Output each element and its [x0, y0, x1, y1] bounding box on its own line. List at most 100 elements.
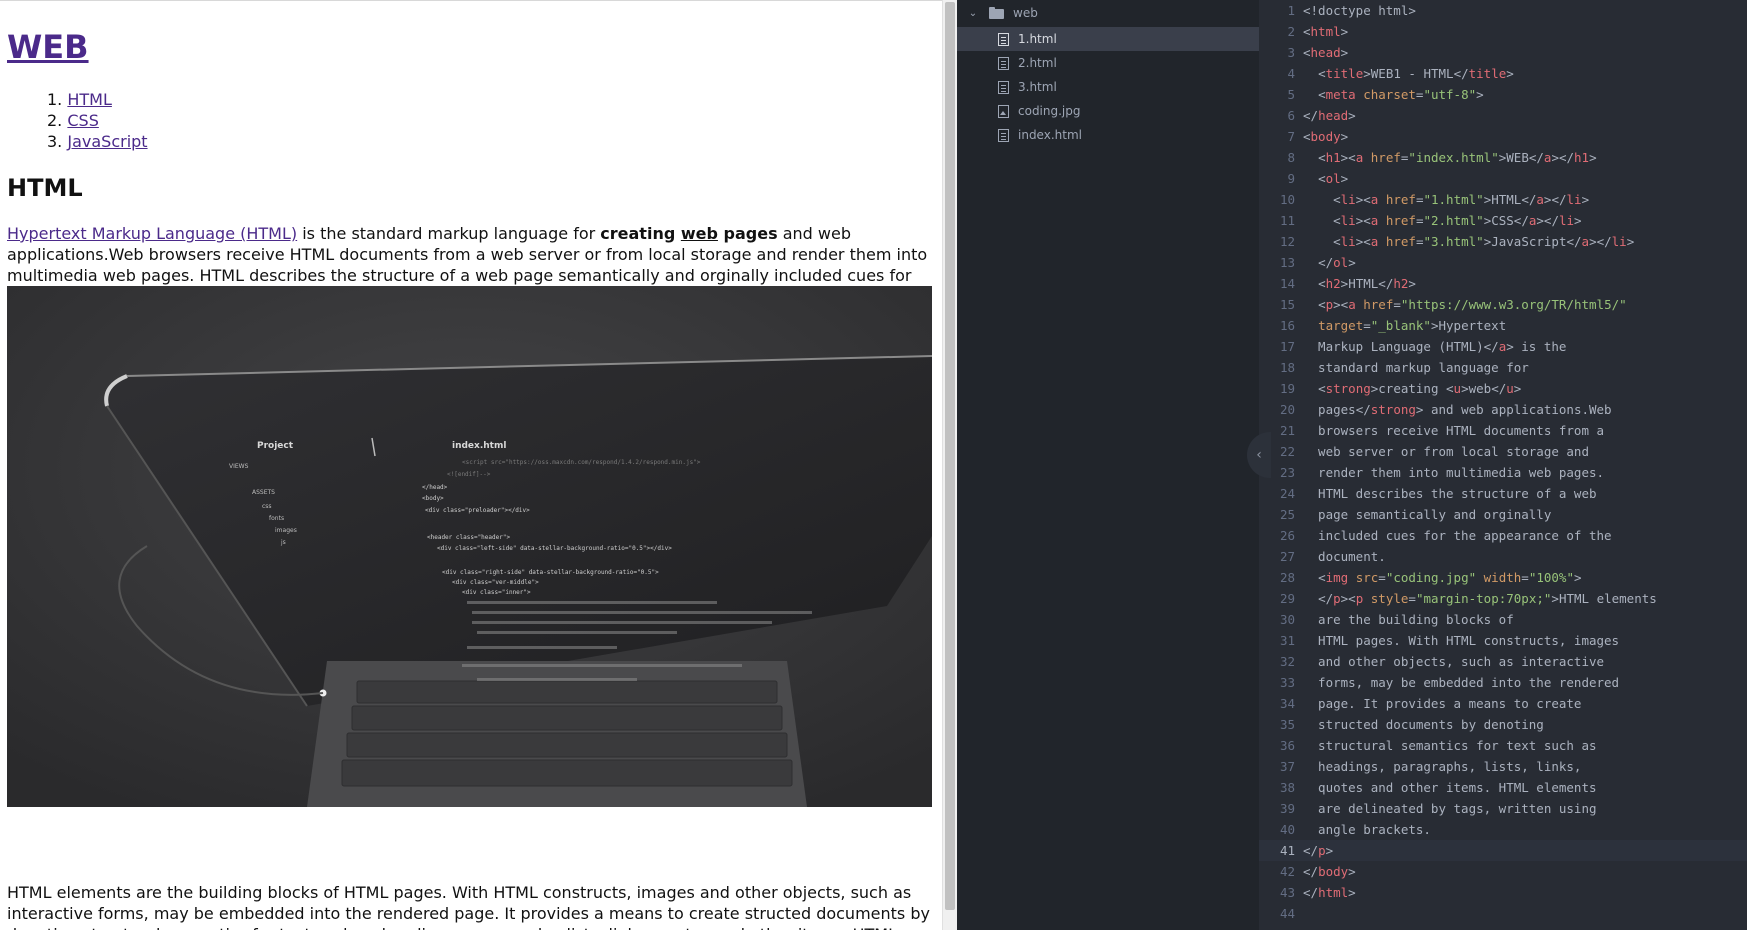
code-line[interactable]: 35 structed documents by denoting: [1259, 714, 1747, 735]
code-line[interactable]: 34 page. It provides a means to create: [1259, 693, 1747, 714]
browser-scrollbar[interactable]: [942, 0, 957, 930]
code-line[interactable]: 23 render them into multimedia web pages…: [1259, 462, 1747, 483]
code-line[interactable]: 32 and other objects, such as interactiv…: [1259, 651, 1747, 672]
chevron-down-icon[interactable]: ⌄: [965, 8, 981, 19]
nav-link-html[interactable]: HTML: [67, 90, 112, 109]
code-line[interactable]: 13 </ol>: [1259, 252, 1747, 273]
code-line[interactable]: 6 </head>: [1259, 105, 1747, 126]
code-line[interactable]: 29 </p><p style="margin-top:70px;">HTML …: [1259, 588, 1747, 609]
code-line[interactable]: 42 </body>: [1259, 861, 1747, 882]
nav-list: 1. HTML 2. CSS 3. JavaScript: [7, 89, 148, 152]
tree-file-item[interactable]: coding.jpg: [957, 99, 1259, 123]
code-line[interactable]: 31 HTML pages. With HTML constructs, ima…: [1259, 630, 1747, 651]
code-line[interactable]: 15 <p><a href="https://www.w3.org/TR/htm…: [1259, 294, 1747, 315]
line-number: 1: [1287, 3, 1295, 18]
tree-folder-web[interactable]: ⌄ web: [957, 2, 1259, 24]
line-number: 4: [1287, 66, 1295, 81]
code-line[interactable]: 19 <strong>creating <u>web</u>: [1259, 378, 1747, 399]
code-line[interactable]: 11 <li><a href="2.html">CSS</a></li>: [1259, 210, 1747, 231]
code-line[interactable]: 36 structural semantics for text such as: [1259, 735, 1747, 756]
code-line[interactable]: 4 <title>WEB1 - HTML</title>: [1259, 63, 1747, 84]
code-line[interactable]: 18 standard markup language for: [1259, 357, 1747, 378]
tree-file-item[interactable]: 2.html: [957, 51, 1259, 75]
code-text: included cues for the appearance of the: [1303, 525, 1612, 546]
code-editor[interactable]: 1 <!doctype html> 2 <html> 3 <head> 4 <title>W…: [1259, 0, 1747, 930]
code-token: >: [1476, 87, 1484, 102]
tree-file-label: index.html: [1018, 128, 1082, 142]
code-token: and web applications.Web: [1423, 402, 1612, 417]
tree-file-item[interactable]: 3.html: [957, 75, 1259, 99]
code-line[interactable]: 40 angle brackets.: [1259, 819, 1747, 840]
code-token: headings, paragraphs, lists, links,: [1303, 759, 1582, 774]
code-token: </: [1318, 255, 1334, 270]
code-line[interactable]: 2 <html>: [1259, 21, 1747, 42]
code-line[interactable]: 27 document.: [1259, 546, 1747, 567]
line-number: 5: [1287, 87, 1295, 102]
code-line[interactable]: 12 <li><a href="3.html">JavaScript</a></…: [1259, 231, 1747, 252]
code-line[interactable]: 20 pages</strong> and web applications.W…: [1259, 399, 1747, 420]
code-token: HTML: [1348, 276, 1379, 291]
code-token: </: [1483, 339, 1499, 354]
code-line[interactable]: 14 <h2>HTML</h2>: [1259, 273, 1747, 294]
code-line[interactable]: 9 <ol>: [1259, 168, 1747, 189]
nav-link-javascript[interactable]: JavaScript: [67, 132, 147, 151]
code-line[interactable]: 28 <img src="coding.jpg" width="100%">: [1259, 567, 1747, 588]
code-line[interactable]: 10 <li><a href="1.html">HTML</a></li>: [1259, 189, 1747, 210]
code-line[interactable]: 3 <head>: [1259, 42, 1747, 63]
code-token: p: [1318, 843, 1326, 858]
code-line[interactable]: 22 web server or from local storage and: [1259, 441, 1747, 462]
code-token: ></: [1543, 192, 1567, 207]
code-line[interactable]: 30 are the building blocks of: [1259, 609, 1747, 630]
code-line[interactable]: 44: [1259, 903, 1747, 924]
photo-code-line: <![endif]-->: [447, 471, 491, 478]
nav-item: 1. HTML: [47, 89, 148, 110]
coding-photo: Project index.html VIEWS ASSETS css font…: [7, 286, 932, 807]
browser-scrollbar-thumb[interactable]: [945, 2, 955, 910]
line-number: 29: [1279, 591, 1295, 606]
line-number: 39: [1279, 801, 1295, 816]
code-line[interactable]: 5 <meta charset="utf-8">: [1259, 84, 1747, 105]
w3c-link[interactable]: Hypertext Markup Language (HTML): [7, 224, 297, 243]
code-line[interactable]: 25 page semantically and orginally: [1259, 504, 1747, 525]
code-token: ></: [1536, 213, 1559, 228]
line-number: 33: [1279, 675, 1295, 690]
line-number: 18: [1279, 360, 1295, 375]
code-text: structed documents by denoting: [1303, 714, 1544, 735]
code-line[interactable]: 17 Markup Language (HTML)</a> is the: [1259, 336, 1747, 357]
code-line[interactable]: 33 forms, may be embedded into the rende…: [1259, 672, 1747, 693]
code-line[interactable]: 24 HTML describes the structure of a web: [1259, 483, 1747, 504]
code-token: page. It provides a means to create: [1303, 696, 1582, 711]
code-line[interactable]: 41 </p>: [1259, 840, 1747, 861]
code-line[interactable]: 37 headings, paragraphs, lists, links,: [1259, 756, 1747, 777]
code-line[interactable]: 43 </html>: [1259, 882, 1747, 903]
code-line[interactable]: 16 target="_blank">Hypertext: [1259, 315, 1747, 336]
code-token: page semantically and orginally: [1303, 507, 1552, 522]
line-number: 34: [1279, 696, 1295, 711]
code-line[interactable]: 21 browsers receive HTML documents from …: [1259, 420, 1747, 441]
chevron-left-icon[interactable]: ‹: [1256, 447, 1262, 463]
code-token: >: [1574, 213, 1582, 228]
code-line[interactable]: 26 included cues for the appearance of t…: [1259, 525, 1747, 546]
code-token: forms, may be embedded into the rendered: [1303, 675, 1620, 690]
code-token: is the: [1513, 339, 1567, 354]
code-text: <head>: [1303, 42, 1348, 63]
line-number: 7: [1287, 129, 1295, 144]
tree-file-item[interactable]: 1.html: [957, 27, 1259, 51]
code-line[interactable]: 38 quotes and other items. HTML elements: [1259, 777, 1747, 798]
code-line[interactable]: 7 <body>: [1259, 126, 1747, 147]
intro-strong-b: pages: [717, 224, 778, 243]
code-text: and other objects, such as interactive: [1303, 651, 1604, 672]
code-line[interactable]: 1 <!doctype html>: [1259, 0, 1747, 21]
home-link[interactable]: WEB: [7, 28, 89, 66]
tree-file-item[interactable]: index.html: [957, 123, 1259, 147]
photo-tab-title: index.html: [452, 441, 506, 451]
code-line[interactable]: 8 <h1><a href="index.html">WEB</a></h1>: [1259, 147, 1747, 168]
nav-link-css[interactable]: CSS: [67, 111, 98, 130]
code-token: >: [1461, 381, 1469, 396]
code-token: "https://www.w3.org/TR/html5/": [1400, 297, 1627, 312]
code-line[interactable]: 39 are delineated by tags, written using: [1259, 798, 1747, 819]
